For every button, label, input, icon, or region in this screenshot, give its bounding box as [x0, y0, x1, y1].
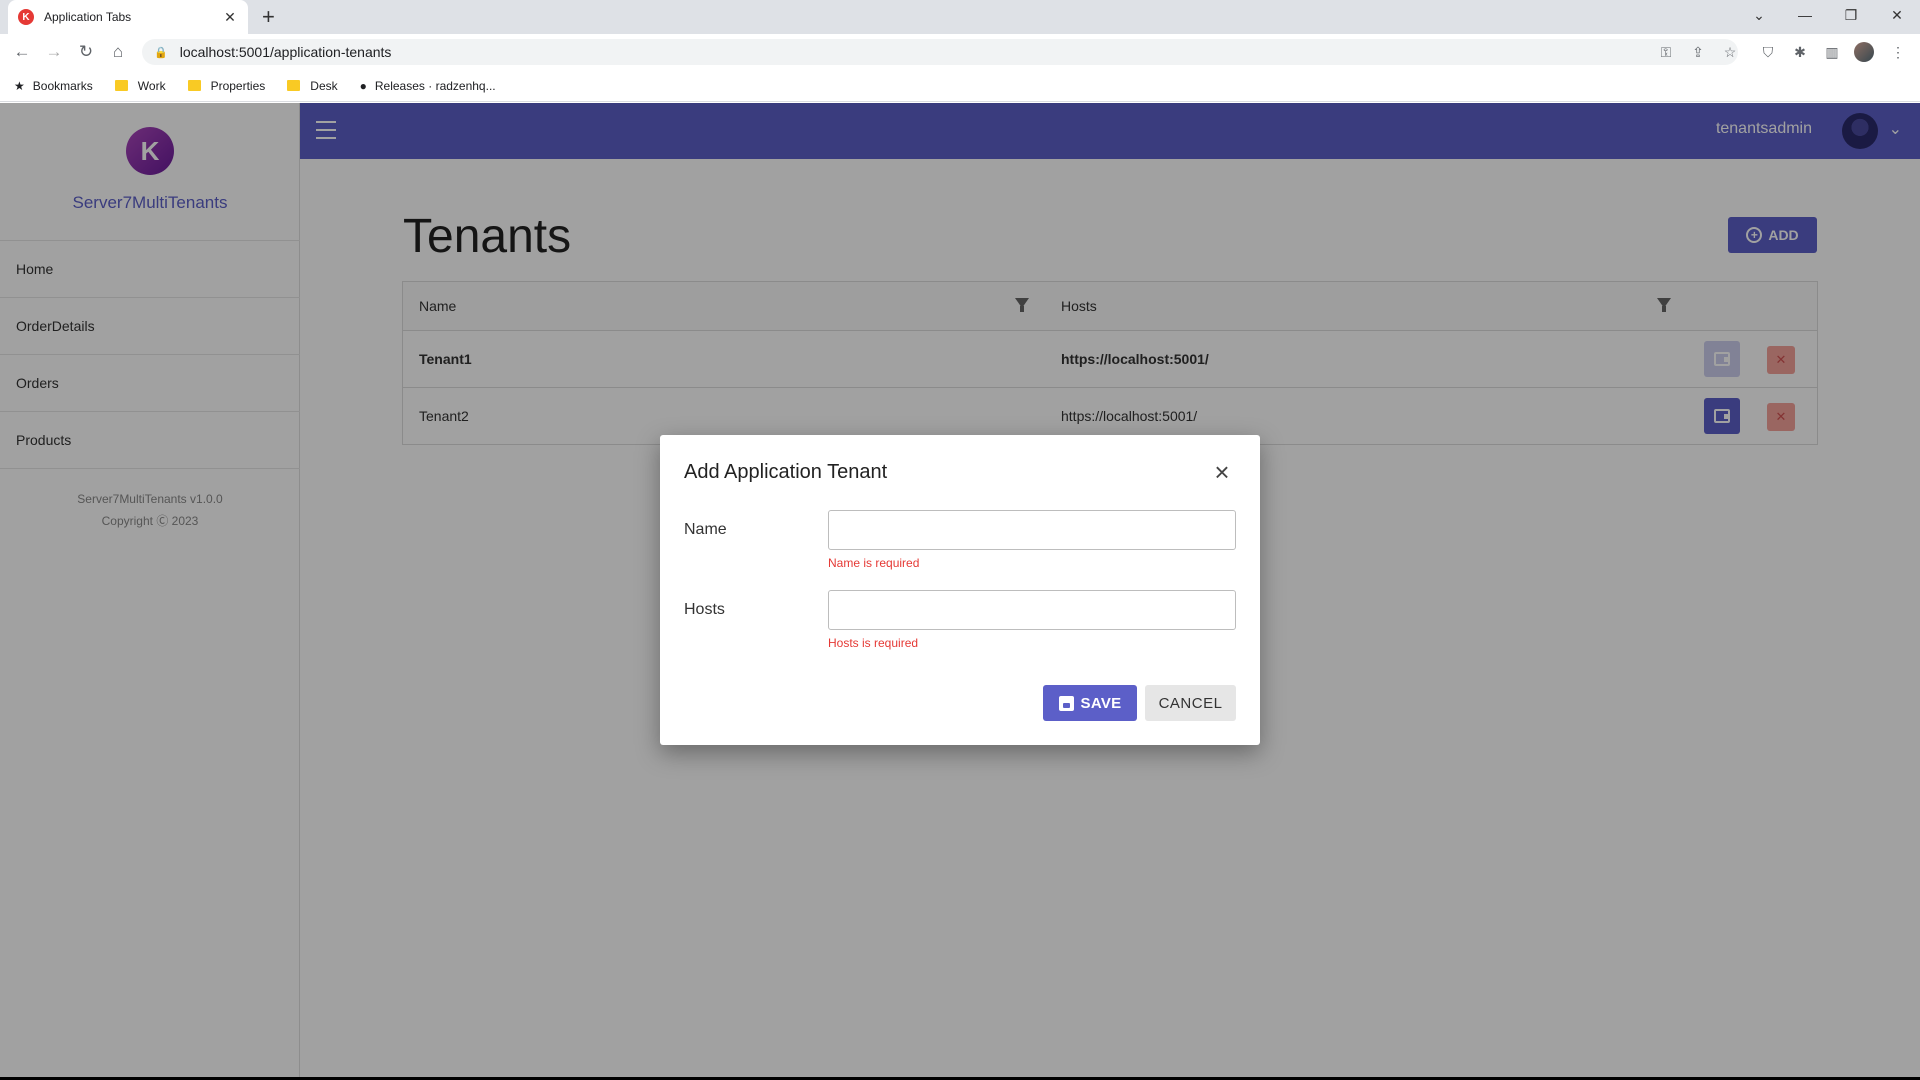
window-close-icon[interactable]: ✕	[1874, 0, 1920, 30]
close-icon[interactable]: ×	[1210, 459, 1234, 485]
tab-title: Application Tabs	[44, 10, 132, 24]
bookmark-item[interactable]: ● Releases · radzenhq...	[360, 79, 496, 93]
browser-tab[interactable]: K Application Tabs ✕	[8, 0, 248, 34]
name-label: Name	[684, 521, 727, 538]
cancel-button-label: CANCEL	[1158, 694, 1223, 712]
extensions-icon[interactable]: ✱	[1790, 42, 1810, 62]
hosts-error: Hosts is required	[828, 636, 919, 650]
folder-icon	[114, 80, 128, 91]
key-icon[interactable]: ⚿	[1656, 42, 1676, 62]
bookmark-item[interactable]: Work	[114, 78, 166, 93]
side-panel-icon[interactable]: ▥	[1822, 42, 1842, 62]
restore-icon[interactable]: ❐	[1828, 0, 1874, 30]
hosts-label: Hosts	[684, 601, 725, 618]
browser-tab-strip: K Application Tabs ✕ + ⌄ — ❐ ✕	[0, 0, 1920, 34]
favicon-icon: K	[18, 9, 34, 25]
bookmark-label: Desk	[310, 78, 338, 93]
folder-icon	[287, 80, 301, 91]
minimize-icon[interactable]: —	[1782, 0, 1828, 30]
browser-toolbar: ← → ↻ ⌂ 🔒 localhost:5001/application-ten…	[0, 34, 1920, 70]
address-bar[interactable]: 🔒 localhost:5001/application-tenants	[142, 39, 1738, 65]
bookmark-item[interactable]: Properties	[187, 78, 266, 93]
save-button-label: SAVE	[1080, 694, 1122, 712]
dialog-title: Add Application Tenant	[684, 461, 888, 483]
bookmark-label: Releases · radzenhq...	[374, 78, 496, 93]
bookmark-label: Work	[137, 78, 166, 93]
bookmark-item[interactable]: ★ Bookmarks	[14, 79, 93, 93]
url-text: localhost:5001/application-tenants	[179, 44, 392, 60]
hosts-field[interactable]	[828, 590, 1236, 630]
bookmark-label: Properties	[210, 78, 266, 93]
name-error: Name is required	[828, 556, 920, 570]
tab-close-icon[interactable]: ✕	[222, 9, 238, 26]
share-icon[interactable]: ⇪	[1688, 42, 1708, 62]
forward-icon[interactable]: →	[42, 40, 66, 64]
name-field[interactable]	[828, 510, 1236, 550]
folder-icon	[187, 80, 201, 91]
add-tenant-dialog: Add Application Tenant × Name Name is re…	[660, 435, 1260, 745]
github-icon: ●	[359, 78, 367, 93]
profile-avatar[interactable]	[1854, 42, 1874, 62]
star-icon: ★	[14, 78, 25, 93]
back-icon[interactable]: ←	[10, 40, 34, 64]
tab-search-icon[interactable]: ⌄	[1736, 0, 1782, 30]
new-tab-icon[interactable]: +	[262, 5, 275, 29]
bookmark-label: Bookmarks	[32, 78, 93, 93]
save-button[interactable]: SAVE	[1043, 685, 1137, 721]
reload-icon[interactable]: ↻	[74, 40, 98, 64]
home-icon[interactable]: ⌂	[106, 40, 130, 64]
star-icon[interactable]: ☆	[1720, 42, 1740, 62]
save-icon	[1058, 695, 1074, 711]
shield-icon[interactable]: ⛉	[1758, 42, 1778, 62]
lock-icon: 🔒	[154, 46, 168, 59]
bookmarks-bar: ★ Bookmarks Work Properties Desk ● Relea…	[0, 70, 1920, 102]
cancel-button[interactable]: CANCEL	[1145, 685, 1236, 721]
bookmark-item[interactable]: Desk	[287, 78, 338, 93]
menu-dots-icon[interactable]: ⋮	[1888, 42, 1908, 62]
